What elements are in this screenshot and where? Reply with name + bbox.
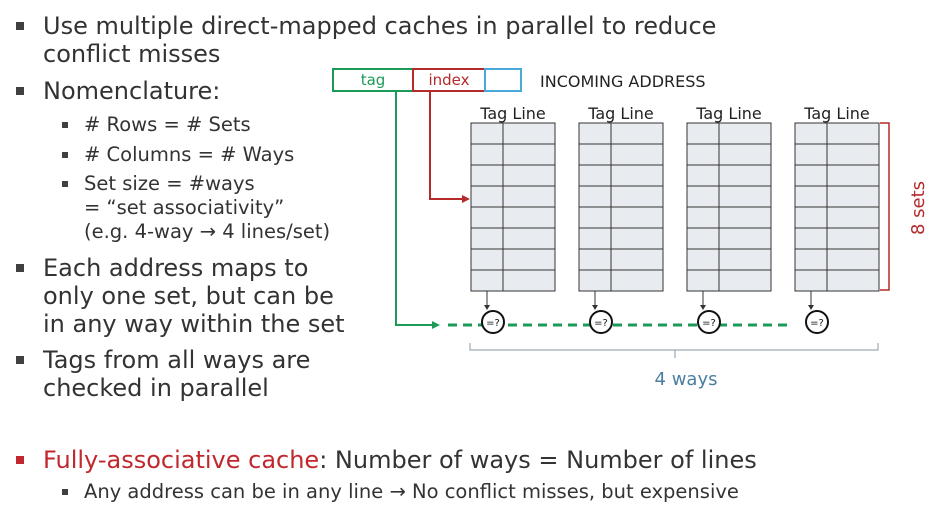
compare-arrowhead [484, 305, 490, 310]
tag-cell [794, 248, 828, 271]
line-cell [718, 122, 772, 145]
tag-cell [578, 143, 612, 166]
line-cell [502, 164, 556, 187]
line-cell [718, 164, 772, 187]
tag-cell [470, 143, 504, 166]
tag-cell [794, 185, 828, 208]
tag-cell [578, 122, 612, 145]
tag-cell [686, 269, 720, 292]
cache-way: Tag Line =? [794, 104, 880, 334]
tag-route-arrowhead [432, 321, 440, 329]
cache-way: Tag Line =? [686, 104, 772, 334]
index-route-line [429, 91, 462, 200]
address-offset-field [484, 68, 522, 92]
tag-cell [794, 206, 828, 229]
line-cell [826, 227, 880, 250]
tag-cell [686, 122, 720, 145]
way-header-label: Tag Line [695, 104, 762, 123]
tag-cell [470, 227, 504, 250]
tag-cell [794, 227, 828, 250]
line-cell [718, 206, 772, 229]
tag-cell [578, 269, 612, 292]
way-header-label: Tag Line [803, 104, 870, 123]
tag-cell [578, 185, 612, 208]
line-cell [826, 143, 880, 166]
line-cell [610, 164, 664, 187]
tag-cell [686, 164, 720, 187]
line-cell [826, 248, 880, 271]
line-cell [826, 185, 880, 208]
cache-way: Tag Line =? [578, 104, 664, 334]
compare-arrowhead [700, 305, 706, 310]
tag-cell [578, 248, 612, 271]
line-cell [610, 143, 664, 166]
line-cell [502, 227, 556, 250]
tag-cell [470, 122, 504, 145]
tag-cell [578, 206, 612, 229]
line-cell [502, 248, 556, 271]
line-cell [718, 227, 772, 250]
line-cell [718, 185, 772, 208]
incoming-address-label: INCOMING ADDRESS [540, 72, 706, 91]
compare-arrowhead [808, 305, 814, 310]
line-cell [502, 185, 556, 208]
way-header-label: Tag Line [479, 104, 546, 123]
address-index-label: index [428, 71, 469, 89]
tag-cell [794, 164, 828, 187]
tag-cell [470, 269, 504, 292]
tag-cell [470, 164, 504, 187]
cache-ways: Tag Line =? Tag Line =? Tag Line =? Tag Line =? [470, 104, 880, 334]
line-cell [826, 206, 880, 229]
line-cell [718, 269, 772, 292]
address-tag-label: tag [361, 71, 386, 89]
line-cell [826, 164, 880, 187]
comparator-label: =? [810, 318, 824, 329]
line-cell [826, 122, 880, 145]
tag-cell [686, 227, 720, 250]
line-cell [610, 185, 664, 208]
comparator-label: =? [486, 318, 500, 329]
line-cell [610, 227, 664, 250]
tag-cell [794, 143, 828, 166]
sets-bracket [880, 122, 890, 291]
tag-cell [470, 248, 504, 271]
index-route-arrowhead [462, 195, 470, 203]
way-header-label: Tag Line [587, 104, 654, 123]
tag-route-line [395, 91, 432, 326]
line-cell [502, 269, 556, 292]
line-cell [502, 122, 556, 145]
line-cell [718, 143, 772, 166]
line-cell [502, 206, 556, 229]
ways-label: 4 ways [655, 369, 718, 390]
line-cell [502, 143, 556, 166]
tag-cell [578, 227, 612, 250]
line-cell [826, 269, 880, 292]
tag-cell [794, 122, 828, 145]
tag-cell [470, 206, 504, 229]
tag-cell [686, 143, 720, 166]
line-cell [610, 248, 664, 271]
compare-arrowhead [592, 305, 598, 310]
sets-label: 8 sets [908, 181, 929, 235]
ways-bracket [469, 343, 879, 351]
tag-cell [578, 164, 612, 187]
tag-cell [470, 185, 504, 208]
line-cell [610, 206, 664, 229]
cache-way: Tag Line =? [470, 104, 556, 334]
set-associative-cache-diagram: tag index INCOMING ADDRESS Tag Line=?Tag… [332, 68, 929, 390]
tag-cell [686, 248, 720, 271]
line-cell [718, 248, 772, 271]
comparator-label: =? [702, 318, 716, 329]
line-cell [610, 122, 664, 145]
tag-cell [686, 185, 720, 208]
tag-cell [794, 269, 828, 292]
comparator-label: =? [594, 318, 608, 329]
tag-cell [686, 206, 720, 229]
line-cell [610, 269, 664, 292]
